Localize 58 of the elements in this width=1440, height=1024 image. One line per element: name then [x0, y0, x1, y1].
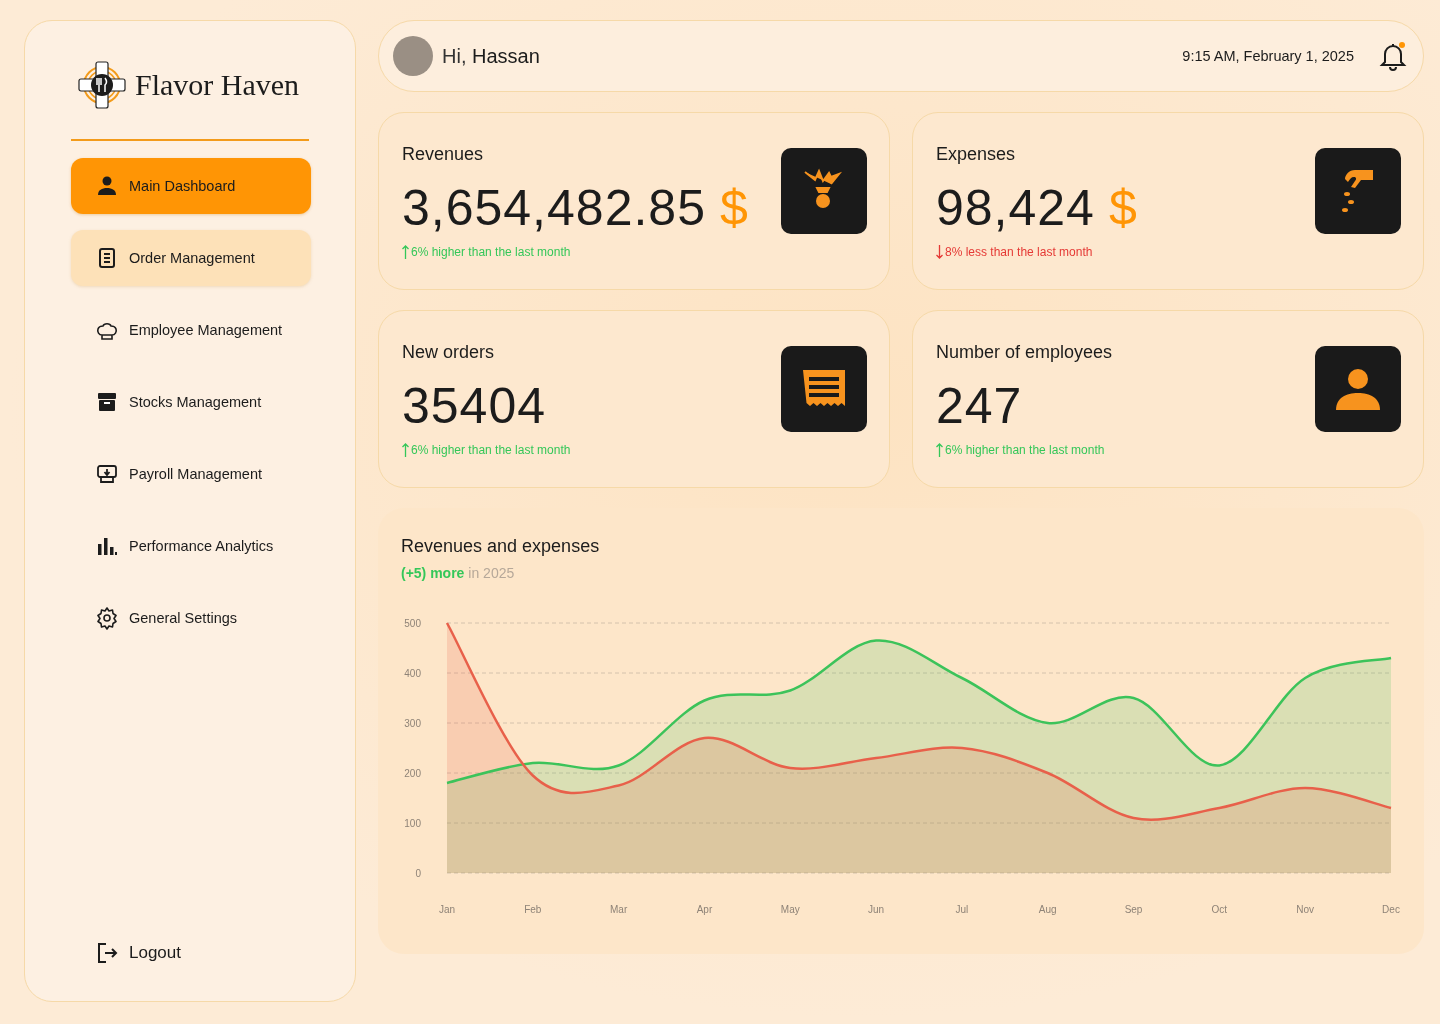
logo-icon: [77, 60, 127, 110]
trend-note: 8% less than the last month: [945, 244, 1093, 259]
y-axis-label: 500: [404, 618, 421, 629]
trend-note: 6% higher than the last month: [945, 442, 1105, 457]
y-axis-label: 400: [404, 668, 421, 679]
y-axis-label: 0: [415, 868, 421, 879]
person-icon: [1315, 346, 1401, 432]
avatar: [393, 36, 433, 76]
currency-sign: $: [1108, 178, 1137, 237]
notification-button[interactable]: [1379, 41, 1407, 71]
y-axis-label: 300: [404, 718, 421, 729]
date-time: 9:15 AM, February 1, 2025: [1182, 48, 1354, 64]
nav-item[interactable]: General Settings: [71, 590, 311, 646]
stat-title: Number of employees: [936, 341, 1113, 363]
x-axis-label: Jun: [868, 904, 885, 915]
x-axis-label: Dec: [1382, 904, 1400, 915]
nav-item[interactable]: Stocks Management: [71, 374, 311, 430]
stat-title: Revenues: [402, 143, 485, 165]
stat-value: 3,654,482.85: [402, 178, 706, 237]
stat-title: Expenses: [936, 143, 1017, 165]
receipt-icon: [781, 346, 867, 432]
x-axis-label: Oct: [1211, 904, 1228, 915]
x-axis-label: Mar: [610, 904, 628, 915]
x-axis-label: Nov: [1296, 904, 1315, 915]
archive-box-icon: [95, 390, 119, 414]
nav-item[interactable]: Payroll Management: [71, 446, 311, 502]
chart-title: Revenues and expenses: [401, 536, 601, 557]
chart-subtitle: (+5) more in 2025: [401, 565, 516, 581]
bell-icon: [1379, 41, 1407, 71]
x-axis-label: Sep: [1124, 904, 1143, 915]
nav-item[interactable]: Order Management: [71, 230, 311, 286]
trend-note: 6% higher than the last month: [411, 442, 571, 457]
x-axis-label: Aug: [1038, 904, 1057, 915]
x-axis-label: Apr: [696, 904, 713, 915]
person-icon: [95, 174, 119, 198]
y-axis-label: 100: [404, 818, 421, 829]
cash-register-icon: [95, 462, 119, 486]
logout-button[interactable]: Logout: [71, 941, 181, 965]
trend-note: 6% higher than the last month: [411, 244, 571, 259]
money-bag-icon: [781, 148, 867, 234]
stat-value: 247: [936, 376, 1023, 435]
settings-icon: [95, 606, 119, 630]
x-axis-label: Jul: [955, 904, 969, 915]
stat-value: 35404: [402, 376, 547, 435]
greeting: Hi, Hassan: [442, 44, 540, 68]
x-axis-label: May: [780, 904, 800, 915]
nav-item[interactable]: Employee Management: [71, 302, 311, 358]
currency-sign: $: [719, 178, 748, 237]
x-axis-label: Feb: [524, 904, 542, 915]
hand-coins-icon: [1315, 148, 1401, 234]
stat-value: 98,424: [936, 178, 1095, 237]
x-axis-label: Jan: [438, 904, 456, 915]
stat-title: New orders: [402, 341, 496, 363]
y-axis-label: 200: [404, 768, 421, 779]
logout-icon: [95, 941, 119, 965]
brand-name: Flavor Haven: [135, 68, 300, 102]
nav-item[interactable]: Main Dashboard: [71, 158, 311, 214]
nav-item[interactable]: Performance Analytics: [71, 518, 311, 574]
